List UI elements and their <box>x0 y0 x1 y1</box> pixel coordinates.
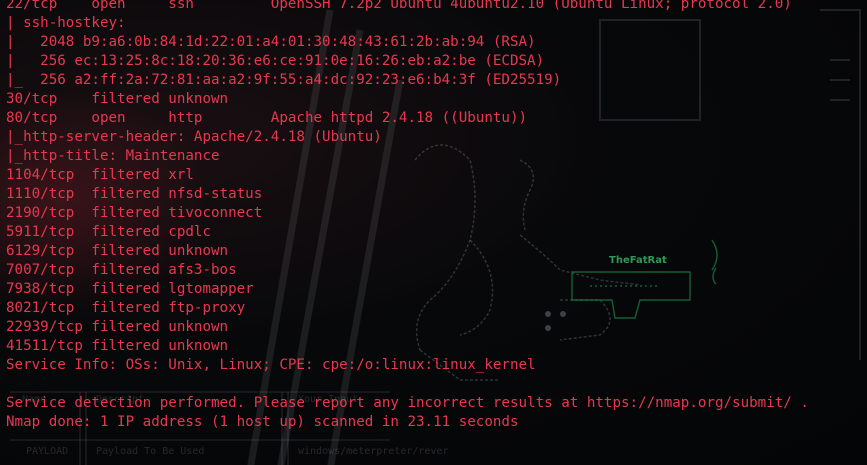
output-line: 22939/tcp filtered unknown <box>6 319 229 335</box>
output-line: | ssh-hostkey: <box>6 15 126 31</box>
wallpaper-table-row-desc: Payload To Be Used <box>96 446 205 457</box>
output-line: Service detection performed. Please repo… <box>6 395 809 411</box>
output-line: |_ 256 a2:ff:2a:72:81:aa:a2:9f:55:a4:dc:… <box>6 72 562 88</box>
output-line: 2190/tcp filtered tivoconnect <box>6 205 263 221</box>
output-line: |_http-title: Maintenance <box>6 148 220 164</box>
output-line: 30/tcp filtered unknown <box>6 91 229 107</box>
output-line: 7938/tcp filtered lgtomapper <box>6 281 254 297</box>
output-line: |_http-server-header: Apache/2.4.18 (Ubu… <box>6 129 382 145</box>
output-line: 22/tcp open ssh OpenSSH 7.2p2 Ubuntu 4ub… <box>6 0 792 12</box>
output-line-blank <box>6 375 809 394</box>
output-line: 8021/tcp filtered ftp-proxy <box>6 300 246 316</box>
wallpaper-table-row-label: PAYLOAD <box>26 446 69 457</box>
wallpaper-table-row-value: windows/meterpreter/rever <box>298 446 449 457</box>
terminal-window[interactable]: Name Descript Your Input PAYLOAD Payload… <box>0 0 867 465</box>
output-line: 7007/tcp filtered afs3-bos <box>6 262 237 278</box>
output-line: 6129/tcp filtered unknown <box>6 243 229 259</box>
output-line: | 256 ec:13:25:8c:18:20:36:e6:ce:91:0e:1… <box>6 53 545 69</box>
output-line: Service Info: OSs: Unix, Linux; CPE: cpe… <box>6 357 536 373</box>
output-line: 1110/tcp filtered nfsd-status <box>6 186 263 202</box>
output-line: 5911/tcp filtered cpdlc <box>6 224 211 240</box>
nmap-output[interactable]: 22/tcp open ssh OpenSSH 7.2p2 Ubuntu 4ub… <box>6 0 809 432</box>
output-line: 80/tcp open http Apache httpd 2.4.18 ((U… <box>6 110 528 126</box>
output-line: Nmap done: 1 IP address (1 host up) scan… <box>6 414 519 430</box>
output-line: 41511/tcp filtered unknown <box>6 338 229 354</box>
output-line: | 2048 b9:a6:0b:84:1d:22:01:a4:01:30:48:… <box>6 34 536 50</box>
output-line: 1104/tcp filtered xrl <box>6 167 194 183</box>
